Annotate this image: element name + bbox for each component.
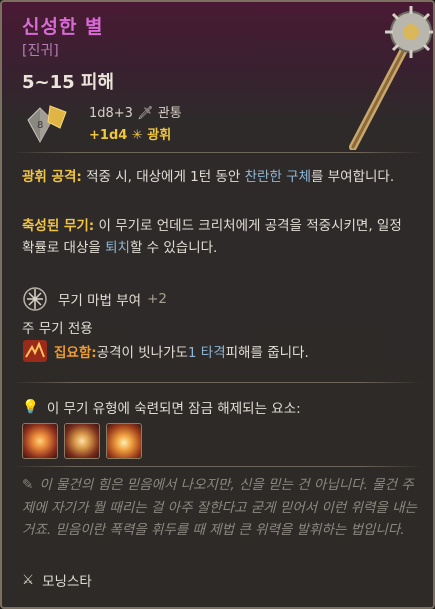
radiant-dice: +1d4 [89, 128, 128, 143]
proficiency-icon: 💡 [22, 399, 39, 415]
weapon-enchantment: 무기 마법 부여 +2 [22, 286, 167, 312]
item-lore: ✎ 이 물건의 힘은 믿음에서 나오지만, 신을 믿는 건 아닙니다. 물건 주제… [22, 474, 417, 542]
enchantment-label: 무기 마법 부여 [58, 293, 142, 309]
relentless-name: 집요함: [54, 345, 97, 361]
item-damage: 5~15 피해 [22, 72, 115, 93]
radiant-type: 광휘 [147, 128, 172, 143]
item-name: 신성한 별 [22, 16, 104, 38]
damage-stat-radiant: +1d4 ✳ 광휘 [89, 124, 171, 143]
relentless-ability: 집요함: 공격이 빗나가도 1 타격 피해를 줍니다. [22, 339, 309, 363]
blessed-weapon-ability: 축성된 무기: 이 무기로 언데드 크리처에게 공격을 적중시키면, 일정 확률… [22, 215, 415, 259]
ability-name: 축성된 무기: [22, 218, 95, 234]
item-rarity: [진귀] [22, 43, 59, 59]
svg-text:8: 8 [37, 120, 43, 131]
proficiency-unlock: 💡 이 무기 유형에 숙련되면 잠금 해제되는 요소: [22, 397, 301, 417]
enchantment-icon [23, 287, 47, 311]
divider [12, 152, 423, 153]
piercing-type: 관통 [157, 106, 182, 121]
unlock-skill-list [22, 423, 142, 459]
ability-text: 를 부여합니다. [311, 169, 395, 185]
divider [12, 382, 423, 383]
damage-stat-piercing: 1d8+3 🗡 관통 [89, 102, 182, 121]
radiant-strike-ability: 광휘 공격: 적중 시, 대상에게 1턴 동안 찬란한 구체를 부여합니다. [22, 166, 415, 188]
ability-text: 적중 시, 대상에게 1턴 동안 [81, 169, 245, 185]
divider [12, 466, 423, 467]
weapon-type-label: 모닝스타 [42, 574, 92, 590]
skill-icon[interactable] [64, 423, 100, 459]
relentless-icon [23, 340, 47, 362]
turn-undead-link[interactable]: 퇴치 [105, 240, 130, 256]
sun-icon: ✳ [131, 128, 143, 143]
weapon-type: ⚔ 모닝스타 [22, 570, 92, 590]
morningstar-icon [349, 6, 433, 150]
tooltip-header: 신성한 별 [진귀] 5~15 피해 8 1d8+3 🗡 관통 +1d4 ✳ 광… [2, 2, 433, 150]
crossed-weapons-icon: ⚔ [22, 572, 35, 588]
quill-icon: ✎ [22, 477, 34, 493]
lore-text: 이 물건의 힘은 믿음에서 나오지만, 신을 믿는 건 아닙니다. 물건 주제에… [22, 477, 417, 538]
ability-text: 할 수 있습니다. [129, 240, 218, 256]
d8-dice-icon: 8 [24, 102, 70, 146]
skill-icon[interactable] [22, 423, 58, 459]
mainhand-only: 주 무기 전용 [22, 321, 93, 337]
skill-icon[interactable] [106, 423, 142, 459]
radiant-orb-link[interactable]: 찬란한 구체 [245, 169, 311, 185]
enchantment-value: +2 [147, 291, 168, 307]
proficiency-label: 이 무기 유형에 숙련되면 잠금 해제되는 요소: [46, 401, 301, 417]
relentless-text: 피해를 줍니다. [225, 345, 309, 361]
item-tooltip: 신성한 별 [진귀] 5~15 피해 8 1d8+3 🗡 관통 +1d4 ✳ 광… [0, 0, 435, 609]
relentless-text: 공격이 빗나가도 [96, 345, 188, 361]
ability-name: 광휘 공격: [22, 169, 82, 185]
relentless-value: 1 타격 [187, 345, 226, 361]
dagger-icon: 🗡 [137, 106, 154, 121]
piercing-dice: 1d8+3 [89, 106, 133, 121]
